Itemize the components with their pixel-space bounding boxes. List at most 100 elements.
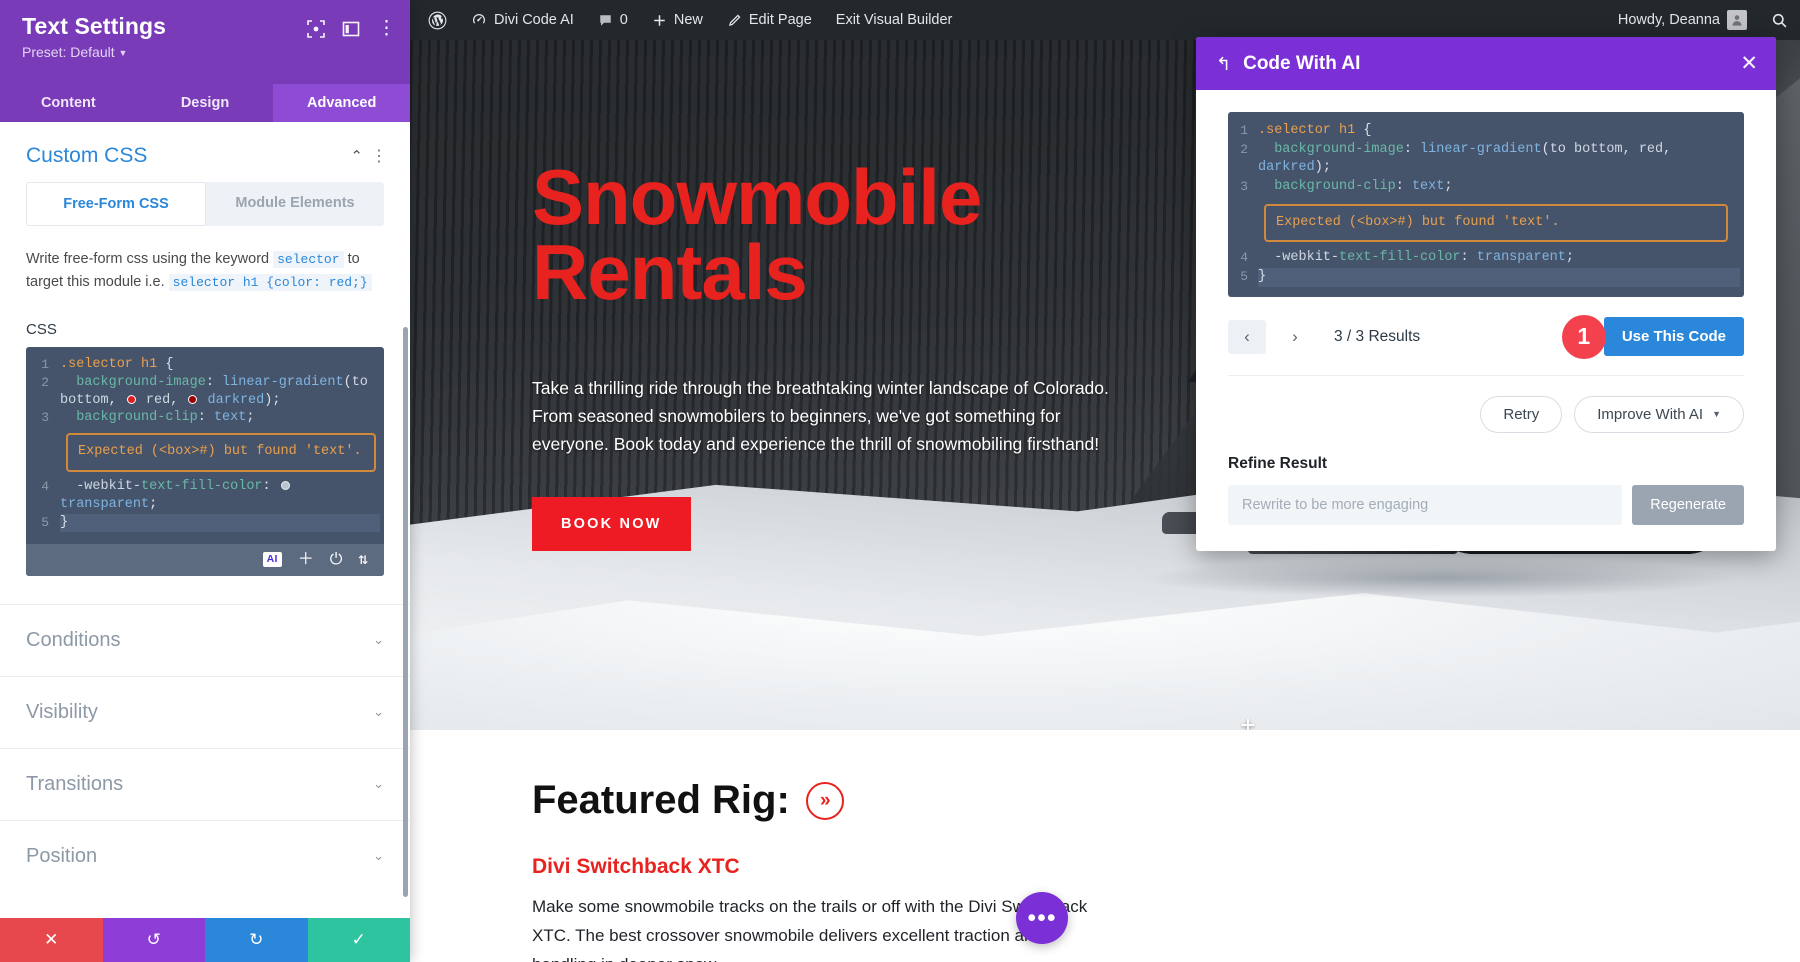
line-code: -webkit-text-fill-color: transparent;: [1274, 250, 1574, 266]
new-item[interactable]: New: [640, 0, 715, 40]
expand-icon[interactable]: ⇅: [358, 552, 368, 568]
layout-toggle-icon[interactable]: [342, 20, 360, 38]
settings-panel-footer: ✕ ↺ ↻ ✓: [0, 918, 410, 962]
line-number: 2: [41, 374, 49, 390]
css-code-editor[interactable]: 1 .selector h1 { 2 background-image: lin…: [26, 346, 384, 576]
wordpress-logo-item[interactable]: [410, 0, 459, 40]
accordion-transitions[interactable]: Transitions ⌄: [0, 747, 410, 820]
screen-root: Text Settings Preset: Default ▼ ⋮ Conten…: [0, 0, 1800, 962]
accordion-label: Visibility: [26, 700, 98, 723]
avatar: [1727, 10, 1747, 30]
chevron-down-icon: ▼: [118, 48, 128, 59]
builder-fab-button[interactable]: •••: [1016, 891, 1068, 944]
line-number: 5: [1240, 269, 1248, 285]
refine-input[interactable]: [1228, 484, 1623, 525]
regenerate-button[interactable]: Regenerate: [1632, 484, 1744, 525]
improve-with-ai-button[interactable]: Improve With AI ▼: [1574, 395, 1744, 433]
search-icon: [1771, 12, 1788, 29]
ai-icon[interactable]: AI: [262, 552, 282, 567]
save-button[interactable]: ✓: [307, 918, 410, 962]
panel-scrollbar[interactable]: [403, 327, 408, 897]
improve-label: Improve With AI: [1597, 405, 1704, 423]
undo-button[interactable]: ↺: [102, 918, 205, 962]
add-module-marker[interactable]: +: [1235, 712, 1261, 730]
chevron-down-icon: ⌄: [373, 704, 384, 720]
code-line: 2 background-image: linear-gradient(to b…: [1228, 141, 1744, 178]
focus-frame-icon[interactable]: [307, 20, 325, 38]
code-with-ai-modal: ↰ Code With AI ✕ 1 .selector h1 { 2 back…: [1196, 37, 1776, 551]
account-item[interactable]: Howdy, Deanna: [1600, 0, 1759, 40]
next-result-button[interactable]: ›: [1276, 320, 1314, 354]
step-badge-1: 1: [1561, 314, 1606, 359]
section-more-icon[interactable]: ⋮: [371, 146, 388, 166]
modal-body: 1 .selector h1 { 2 background-image: lin…: [1196, 90, 1776, 551]
preset-selector[interactable]: Preset: Default ▼: [22, 44, 392, 60]
double-chevron-right-icon: »: [805, 781, 844, 820]
text-settings-panel: Text Settings Preset: Default ▼ ⋮ Conten…: [0, 0, 411, 962]
line-number: 4: [1240, 250, 1248, 266]
accordion-position[interactable]: Position ⌄: [0, 819, 410, 892]
line-code: background-image: linear-gradient(to bot…: [60, 374, 376, 408]
chevron-down-icon: ⌄: [373, 632, 384, 648]
comment-icon: [598, 13, 613, 28]
edit-page-item[interactable]: Edit Page: [715, 0, 824, 40]
chevron-up-icon[interactable]: ⌃: [350, 147, 363, 165]
chevron-down-icon: ⌄: [373, 776, 384, 792]
tab-content[interactable]: Content: [0, 84, 137, 122]
line-number: 3: [41, 410, 49, 426]
featured-paragraph: Make some snowmobile tracks on the trail…: [532, 897, 1087, 962]
panel-header-icons: ⋮: [307, 19, 396, 38]
help-keyword-selector: selector: [273, 251, 344, 268]
line-number: 1: [1240, 123, 1248, 138]
line-number: 1: [41, 356, 49, 372]
plus-icon[interactable]: ＋: [298, 552, 314, 568]
accordion-label: Conditions: [26, 628, 121, 651]
color-swatch-red[interactable]: [126, 394, 136, 404]
exit-visual-builder-item[interactable]: Exit Visual Builder: [824, 0, 965, 40]
toggle-module-elements[interactable]: Module Elements: [206, 182, 384, 226]
code-line: 1 .selector h1 {: [1228, 122, 1744, 141]
accordion-conditions[interactable]: Conditions ⌄: [0, 603, 410, 676]
panel-more-icon[interactable]: ⋮: [377, 19, 396, 38]
code-editor-toolbar: AI ＋ ⏻ ⇅: [26, 543, 384, 576]
previous-result-button[interactable]: ‹: [1228, 319, 1266, 354]
book-now-button[interactable]: BOOK NOW: [532, 496, 691, 551]
search-item[interactable]: [1759, 0, 1800, 40]
featured-heading-text: Featured Rig:: [532, 778, 790, 822]
code-line: 4 -webkit-text-fill-color: transparent;: [1228, 249, 1744, 268]
modal-title: Code With AI: [1243, 52, 1361, 74]
featured-rig-section: Featured Rig: » Divi Switchback XTC Make…: [410, 730, 1800, 962]
back-arrow-icon[interactable]: ↰: [1216, 55, 1231, 73]
featured-subheading: Divi Switchback XTC: [532, 855, 740, 878]
css-error-tooltip: Expected (<box>#) but found 'text'.: [66, 433, 376, 473]
section-title: Custom CSS: [26, 144, 148, 167]
site-name-item[interactable]: Divi Code AI: [459, 0, 586, 40]
line-code: background-clip: text;: [1274, 178, 1453, 194]
results-navigation-row: ‹ › 3 / 3 Results 1 Use This Code: [1228, 297, 1744, 375]
howdy-label: Howdy, Deanna: [1617, 12, 1720, 28]
hero-heading-line2: Rentals: [532, 227, 808, 316]
retry-button[interactable]: Retry: [1480, 395, 1563, 433]
redo-button[interactable]: ↻: [205, 918, 308, 962]
comments-item[interactable]: 0: [586, 0, 640, 40]
color-swatch-darkred[interactable]: [188, 394, 198, 404]
modal-action-row: Retry Improve With AI ▼: [1228, 376, 1744, 441]
retry-label: Retry: [1503, 405, 1540, 423]
tab-advanced[interactable]: Advanced: [273, 84, 411, 122]
accordion-visibility[interactable]: Visibility ⌄: [0, 675, 410, 748]
close-icon[interactable]: ✕: [1740, 53, 1758, 74]
chevron-down-icon: ⌄: [373, 848, 384, 864]
tab-design[interactable]: Design: [137, 84, 274, 122]
use-this-code-button[interactable]: Use This Code: [1603, 317, 1744, 357]
toggle-free-form-css[interactable]: Free-Form CSS: [26, 182, 206, 226]
code-line: 2 background-image: linear-gradient(to b…: [26, 374, 384, 410]
custom-css-section-header[interactable]: Custom CSS ⌃ ⋮: [0, 122, 410, 182]
color-swatch-transparent[interactable]: [280, 481, 290, 491]
line-code: -webkit-text-fill-color: transparent;: [60, 478, 380, 514]
power-icon[interactable]: ⏻: [330, 552, 343, 568]
site-name-label: Divi Code AI: [494, 12, 574, 28]
cancel-button[interactable]: ✕: [0, 918, 103, 962]
results-count-label: 3 / 3 Results: [1334, 327, 1421, 345]
css-mode-toggle: Free-Form CSS Module Elements: [26, 182, 384, 226]
